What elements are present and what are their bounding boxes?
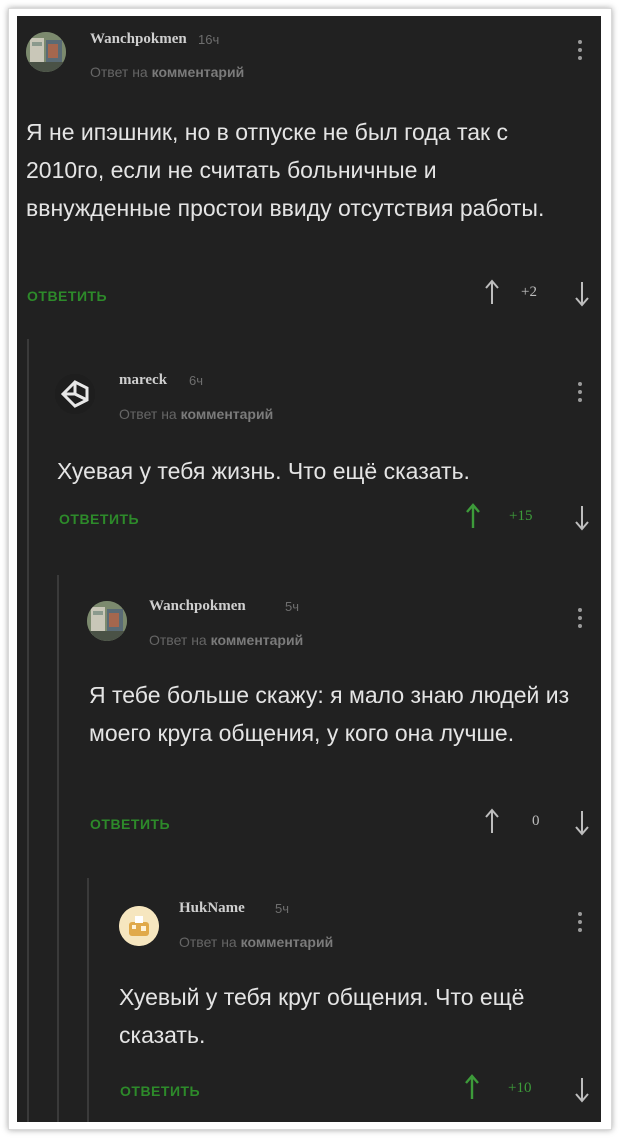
- avatar[interactable]: [119, 906, 159, 946]
- arrow-up-icon[interactable]: [465, 1074, 479, 1100]
- score: +10: [508, 1080, 532, 1096]
- timestamp: 5ч: [275, 901, 290, 916]
- username[interactable]: HukName: [179, 900, 245, 917]
- comment-text: Хуевый у тебя круг общения. Что ещё сказ…: [119, 984, 525, 1048]
- comment-4: HukName 5ч Ответ на комментарий Хуевый у…: [17, 16, 601, 1116]
- reply-button[interactable]: ОТВЕТИТЬ: [120, 1083, 200, 1099]
- reply-prefix: Ответ на: [179, 934, 237, 950]
- comments-panel: Wanchpokmen 16ч Ответ на комментарий Я н…: [17, 16, 601, 1122]
- reply-to-link[interactable]: Ответ на комментарий: [179, 934, 333, 950]
- arrow-down-icon[interactable]: [575, 1077, 589, 1103]
- reply-target: комментарий: [240, 934, 334, 950]
- avatar-image: [119, 906, 159, 946]
- kebab-menu-icon[interactable]: [578, 912, 582, 936]
